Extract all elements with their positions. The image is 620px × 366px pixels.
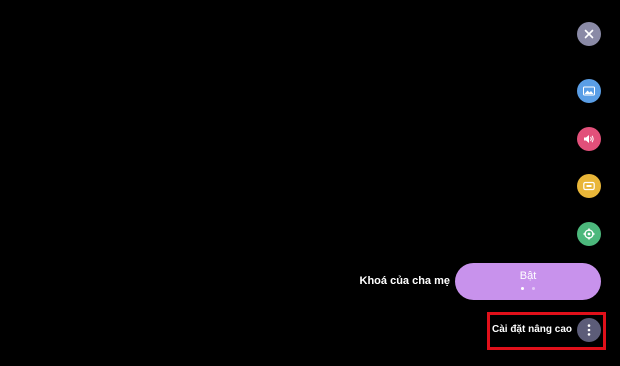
tv-screen: Khoá của cha mẹ Bật Cài đặt nâng cao — [0, 0, 620, 366]
more-vertical-icon — [587, 324, 591, 336]
parental-lock-toggle[interactable]: Bật — [455, 263, 601, 300]
close-icon — [584, 29, 594, 39]
picture-settings-button[interactable] — [577, 79, 601, 103]
channels-icon — [583, 181, 595, 191]
close-button[interactable] — [577, 22, 601, 46]
page-indicator — [521, 287, 535, 290]
speaker-icon — [584, 135, 594, 143]
sound-settings-button[interactable] — [577, 127, 601, 151]
channels-settings-button[interactable] — [577, 174, 601, 198]
page-dot — [532, 287, 535, 290]
general-settings-button[interactable] — [577, 222, 601, 246]
general-settings-icon — [583, 228, 595, 240]
advanced-settings-label: Cài đặt nâng cao — [491, 324, 572, 335]
parental-lock-value: Bật — [519, 270, 537, 282]
page-dot-active — [521, 287, 524, 290]
advanced-settings-button[interactable] — [577, 318, 601, 342]
parental-lock-label: Khoá của cha mẹ — [359, 275, 450, 287]
picture-icon — [583, 86, 595, 96]
